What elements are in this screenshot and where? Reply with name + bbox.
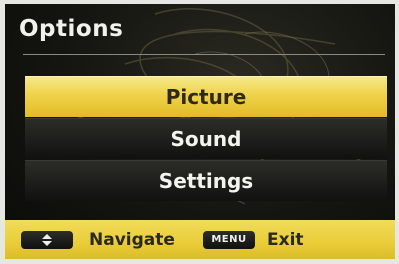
title-divider bbox=[23, 54, 385, 55]
menu-item-sound[interactable]: Sound bbox=[25, 118, 387, 159]
menu-item-picture[interactable]: Picture bbox=[25, 76, 387, 117]
up-down-arrows-icon bbox=[42, 233, 52, 246]
page-title: Options bbox=[19, 16, 124, 42]
help-bar: Navigate MENU Exit bbox=[5, 220, 395, 259]
tv-screen: Options Picture Sound Settings Navigate … bbox=[5, 4, 395, 259]
navigate-key bbox=[21, 230, 73, 249]
menu-item-settings[interactable]: Settings bbox=[25, 160, 387, 201]
exit-label: Exit bbox=[267, 229, 304, 250]
menu-key: MENU bbox=[203, 230, 255, 249]
navigate-label: Navigate bbox=[89, 229, 175, 250]
